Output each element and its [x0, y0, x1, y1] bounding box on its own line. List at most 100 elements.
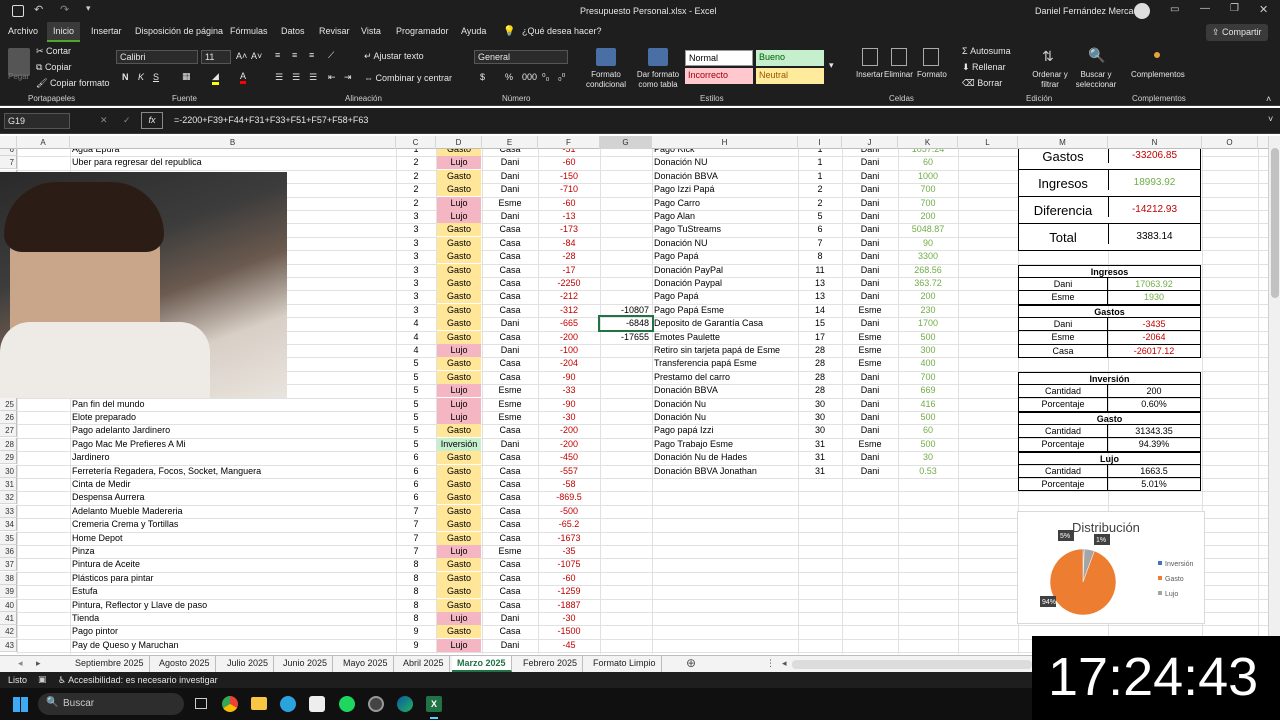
- cell-person[interactable]: Dani: [482, 210, 538, 223]
- font-color-icon[interactable]: A: [240, 71, 247, 84]
- worksheet-grid[interactable]: 6 Agua Epura 1 Gasto Casa -51 Pago Kick 1 Dani 10…: [0, 149, 1268, 654]
- cell-day[interactable]: 7: [396, 545, 436, 558]
- clear-button[interactable]: ⌫ Borrar: [962, 78, 1002, 89]
- cell-income-concept[interactable]: Pago Trabajo Esme: [654, 438, 798, 451]
- addins-button[interactable]: Complementos: [1131, 70, 1185, 79]
- tell-me-search[interactable]: ¿Qué desea hacer?: [522, 26, 602, 36]
- cell-amount[interactable]: -17: [538, 264, 600, 277]
- cell-person[interactable]: Casa: [482, 599, 538, 612]
- format-cells-icon[interactable]: [923, 48, 939, 66]
- cell-category[interactable]: Gasto: [437, 451, 481, 465]
- cell-category[interactable]: Gasto: [437, 223, 481, 237]
- cancel-formula-icon[interactable]: ✕: [100, 115, 108, 126]
- redo-icon[interactable]: ↷: [60, 3, 69, 16]
- cell-person[interactable]: Casa: [482, 357, 538, 370]
- format-painter-button[interactable]: 🖌 Copiar formato: [36, 78, 109, 89]
- cell-amount[interactable]: -84: [538, 237, 600, 250]
- cell-category[interactable]: Lujo: [437, 545, 481, 558]
- addins-icon[interactable]: [1154, 52, 1160, 58]
- vertical-scrollbar[interactable]: [1268, 136, 1280, 656]
- cell-category[interactable]: Lujo: [437, 196, 481, 210]
- cell-person[interactable]: Dani: [482, 170, 538, 183]
- cell-income-day[interactable]: 28: [798, 344, 842, 357]
- cell-income-day[interactable]: 17: [798, 331, 842, 344]
- row-number[interactable]: 33: [0, 504, 17, 518]
- cell-income-day[interactable]: 14: [798, 304, 842, 317]
- cell-person[interactable]: Casa: [482, 532, 538, 545]
- collapse-ribbon-icon[interactable]: ˄: [1266, 94, 1271, 104]
- cell-amount[interactable]: -30: [538, 411, 600, 424]
- cell-description[interactable]: Estufa: [72, 585, 394, 598]
- cell-day[interactable]: 8: [396, 585, 436, 598]
- row-number[interactable]: 40: [0, 598, 17, 612]
- tab-datos[interactable]: Datos: [281, 26, 305, 36]
- formula-input[interactable]: =-2200+F39+F44+F31+F33+F51+F57+F58+F63: [174, 115, 368, 125]
- cell-description[interactable]: Home Depot: [72, 532, 394, 545]
- row-number[interactable]: 38: [0, 571, 17, 585]
- autosave-icon[interactable]: [12, 5, 24, 17]
- sheet-tab-julio-2025[interactable]: Julio 2025: [222, 656, 275, 672]
- cell-person[interactable]: Casa: [482, 585, 538, 598]
- cell-income-person[interactable]: Dani: [842, 250, 898, 263]
- sheet-tab-junio-2025[interactable]: Junio 2025: [278, 656, 334, 672]
- tab-programador[interactable]: Programador: [396, 26, 449, 36]
- align-middle-icon[interactable]: ≡: [292, 50, 297, 60]
- cell-income-person[interactable]: Dani: [842, 384, 898, 397]
- cell-day[interactable]: 5: [396, 398, 436, 411]
- cell-category[interactable]: Lujo: [437, 612, 481, 625]
- cell-description[interactable]: Despensa Aurrera: [72, 491, 394, 504]
- cell-description[interactable]: Plásticos para pintar: [72, 572, 394, 585]
- cell-income-day[interactable]: 1: [798, 149, 842, 156]
- cell-person[interactable]: Esme: [482, 197, 538, 210]
- cell-person[interactable]: Esme: [482, 398, 538, 411]
- cell-amount[interactable]: -173: [538, 223, 600, 236]
- cell-day[interactable]: 2: [396, 183, 436, 196]
- sheet-tab-febrero-2025[interactable]: Febrero 2025: [518, 656, 584, 672]
- cell-income-amount[interactable]: 1700: [898, 317, 958, 330]
- orientation-icon[interactable]: ⟋: [328, 50, 334, 61]
- cell-description[interactable]: Cinta de Medir: [72, 478, 394, 491]
- cell-income-concept[interactable]: Donación BBVA: [654, 384, 798, 397]
- edge-icon[interactable]: [397, 696, 413, 712]
- cell-description[interactable]: Pintura, Reflector y Llave de paso: [72, 599, 394, 612]
- style-incorrecto[interactable]: Incorrecto: [685, 68, 753, 84]
- davinci-icon[interactable]: [368, 696, 384, 712]
- align-center-icon[interactable]: ☰: [292, 72, 300, 83]
- cell-amount[interactable]: -28: [538, 250, 600, 263]
- maximize-icon[interactable]: ❐: [1230, 3, 1239, 14]
- cell-category[interactable]: Gasto: [437, 183, 481, 197]
- cell-person[interactable]: Casa: [482, 149, 538, 156]
- find-select-button[interactable]: Buscar y seleccionar: [1068, 70, 1124, 90]
- cell-income-person[interactable]: Dani: [842, 183, 898, 196]
- vertical-scroll-thumb[interactable]: [1271, 148, 1279, 298]
- cell-day[interactable]: 5: [396, 424, 436, 437]
- cell-income-concept[interactable]: Pago Papá: [654, 290, 798, 303]
- cell-category[interactable]: Gasto: [437, 531, 481, 545]
- borders-icon[interactable]: ▦: [182, 71, 191, 82]
- cell-amount[interactable]: -869.5: [538, 491, 600, 504]
- capcut-icon[interactable]: [309, 696, 325, 712]
- cell-income-person[interactable]: Dani: [842, 264, 898, 277]
- cell-description[interactable]: Pintura de Aceite: [72, 558, 394, 571]
- cell-income-amount[interactable]: 60: [898, 156, 958, 169]
- cell-income-person[interactable]: Esme: [842, 344, 898, 357]
- cell-category[interactable]: Gasto: [437, 625, 481, 639]
- cell-category[interactable]: Lujo: [437, 397, 481, 411]
- cell-category[interactable]: Gasto: [437, 424, 481, 438]
- cell-income-amount[interactable]: 200: [898, 210, 958, 223]
- cell-day[interactable]: 9: [396, 639, 436, 652]
- cell-category[interactable]: Gasto: [437, 571, 481, 585]
- cell-person[interactable]: Casa: [482, 250, 538, 263]
- cell-day[interactable]: 8: [396, 612, 436, 625]
- cell-amount[interactable]: -13: [538, 210, 600, 223]
- cell-person[interactable]: Casa: [482, 451, 538, 464]
- format-cells-button[interactable]: Formato: [917, 70, 947, 79]
- cell-person[interactable]: Casa: [482, 277, 538, 290]
- cell-income-concept[interactable]: Transferencia papá Esme: [654, 357, 798, 370]
- row-number[interactable]: 35: [0, 531, 17, 545]
- name-box[interactable]: G19: [4, 113, 70, 129]
- cell-description[interactable]: Uber para regresar del republica: [72, 156, 394, 169]
- cell-person[interactable]: Dani: [482, 639, 538, 652]
- cell-person[interactable]: Casa: [482, 478, 538, 491]
- autosum-button[interactable]: Σ Autosuma: [962, 46, 1011, 56]
